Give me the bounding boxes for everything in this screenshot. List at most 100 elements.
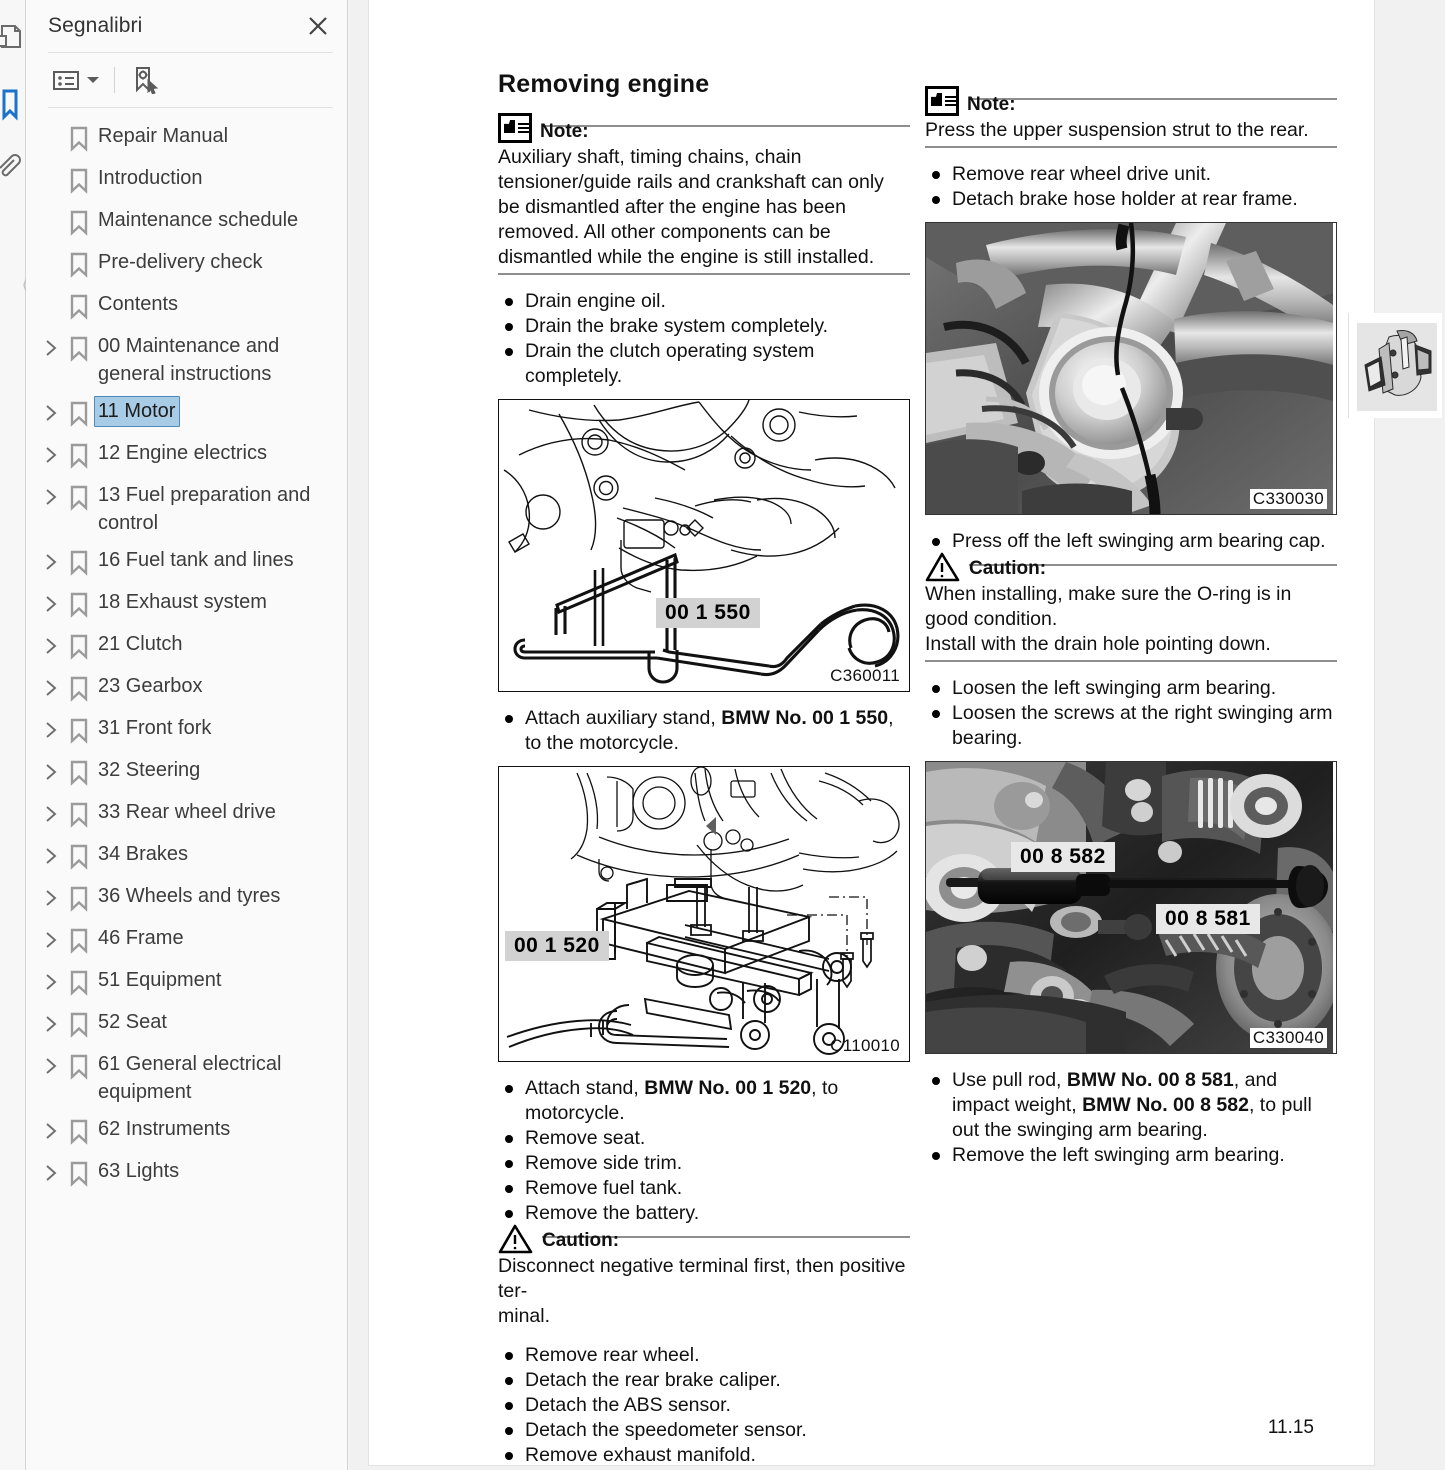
figure-c330030-photo [926, 223, 1333, 514]
bookmark-item[interactable]: Contents [38, 286, 339, 328]
bullet-right-1-item: Detach brake hose holder at rear frame. [925, 187, 1337, 212]
caution-block-right: Caution: When installing, make sure the … [925, 564, 1337, 662]
chevron-right-icon[interactable] [38, 923, 64, 949]
pane-collapse-handle[interactable] [701, 800, 723, 852]
bookmark-icon [64, 121, 94, 152]
bookmark-item[interactable]: 62 Instruments [38, 1111, 339, 1153]
bookmark-item[interactable]: 33 Rear wheel drive [38, 794, 339, 836]
bookmark-item[interactable]: 16 Fuel tank and lines [38, 542, 339, 584]
bookmark-item[interactable]: 31 Front fork [38, 710, 339, 752]
bookmarks-tree: Repair ManualIntroduction Maintenance sch… [26, 108, 347, 1195]
bookmark-item[interactable]: 46 Frame [38, 920, 339, 962]
note-text: Auxiliary shaft, timing chains, chain te… [498, 145, 910, 270]
left-column: Removing engine Note: Auxiliary shaft, t… [498, 70, 910, 1470]
bookmark-item-label: Introduction [94, 163, 208, 194]
chevron-down-icon[interactable] [84, 63, 102, 97]
figure-callout-00-8-582: 00 8 582 [1011, 842, 1115, 872]
note-rule-bottom [498, 273, 910, 275]
chevron-right-icon[interactable] [38, 1049, 64, 1075]
bullet-left-4-item: Detach the speedometer sensor. [498, 1418, 910, 1443]
bookmark-item[interactable]: 12 Engine electrics [38, 435, 339, 477]
caution-right-label: Caution: [969, 559, 1046, 580]
chevron-right-icon[interactable] [38, 713, 64, 739]
attachments-icon[interactable] [0, 148, 26, 182]
bullet-left-4-item: Remove exhaust manifold. [498, 1443, 910, 1468]
close-icon[interactable] [303, 11, 333, 41]
bullet-left-1-item: Drain the brake system completely. [498, 314, 910, 339]
document-viewport: Removing engine Note: Auxiliary shaft, t… [349, 0, 1445, 1470]
bookmark-item[interactable]: 36 Wheels and tyres [38, 878, 339, 920]
figure-c330040: 00 8 582 00 8 581 C330040 [925, 761, 1337, 1054]
figure-c330040-photo [926, 762, 1333, 1053]
bookmark-item-label: 00 Maintenance and general instructions [94, 331, 333, 390]
bookmark-item[interactable]: Repair Manual [38, 118, 339, 160]
bullet-list-right-2: Press off the left swinging arm bearing … [925, 529, 1337, 554]
page-thumbnails-icon[interactable] [0, 22, 26, 56]
bookmark-item[interactable]: 63 Lights [38, 1153, 339, 1195]
chevron-right-icon[interactable] [38, 881, 64, 907]
bookmark-item-label: Pre-delivery check [94, 247, 268, 278]
bookmark-icon [64, 671, 94, 702]
chevron-right-icon[interactable] [38, 438, 64, 464]
bullet-list-left-1: Drain engine oil.Drain the brake system … [498, 289, 910, 389]
new-bookmark-icon[interactable] [127, 63, 163, 97]
chevron-right-icon[interactable] [38, 629, 64, 655]
bookmark-item[interactable]: 13 Fuel preparation and control [38, 477, 339, 542]
bullet-left-4-item: Remove rear wheel. [498, 1343, 910, 1368]
figure-id-c360011: C360011 [830, 666, 900, 686]
bookmark-item[interactable]: 11 Motor [38, 393, 339, 435]
chevron-right-icon[interactable] [38, 755, 64, 781]
list-options-icon[interactable] [48, 63, 84, 97]
bookmark-item-label: 33 Rear wheel drive [94, 797, 281, 828]
bookmark-item[interactable]: 21 Clutch [38, 626, 339, 668]
bookmark-item[interactable]: 18 Exhaust system [38, 584, 339, 626]
bookmark-item[interactable]: 32 Steering [38, 752, 339, 794]
chevron-right-icon[interactable] [38, 331, 64, 357]
bullet-list-right-1: Remove rear wheel drive unit.Detach brak… [925, 162, 1337, 212]
bookmark-item[interactable]: 51 Equipment [38, 962, 339, 1004]
bookmark-icon [64, 331, 94, 362]
chevron-right-icon[interactable] [38, 1007, 64, 1033]
bookmarks-toolbar [26, 53, 347, 107]
chevron-right-icon[interactable] [38, 671, 64, 697]
bookmark-item-label: 34 Brakes [94, 839, 193, 870]
note-block-left: Note: Auxiliary shaft, timing chains, ch… [498, 125, 910, 275]
chevron-right-icon[interactable] [38, 396, 64, 422]
figure-callout-00-1-520: 00 1 520 [505, 931, 609, 961]
page-sheet: Removing engine Note: Auxiliary shaft, t… [369, 0, 1374, 1465]
chevron-right-icon[interactable] [38, 1156, 64, 1182]
bullet-list-left-4: Remove rear wheel.Detach the rear brake … [498, 1343, 910, 1470]
chevron-right-icon[interactable] [38, 797, 64, 823]
bookmark-item-label: Maintenance schedule [94, 205, 303, 236]
bookmark-icon [64, 797, 94, 828]
engine-thumbnail-art [1357, 323, 1437, 411]
chevron-right-icon[interactable] [38, 965, 64, 991]
bookmark-item[interactable]: 34 Brakes [38, 836, 339, 878]
bookmark-item[interactable]: 23 Gearbox [38, 668, 339, 710]
bookmark-item[interactable]: Pre-delivery check [38, 244, 339, 286]
chevron-right-icon[interactable] [38, 480, 64, 506]
thumbnail-panel[interactable] [1348, 313, 1445, 418]
chevron-right-icon[interactable] [38, 839, 64, 865]
bookmark-item[interactable]: 61 General electrical equipment [38, 1046, 339, 1111]
bookmark-item[interactable]: 00 Maintenance and general instructions [38, 328, 339, 393]
bookmark-item[interactable]: Introduction [38, 160, 339, 202]
engine-thumbnail[interactable] [1357, 323, 1437, 411]
bookmark-icon [64, 480, 94, 511]
right-column: Note: Press the upper suspension strut t… [925, 98, 1337, 1178]
bookmark-item[interactable]: 52 Seat [38, 1004, 339, 1046]
bookmarks-panel: Segnalibri [26, 0, 348, 1470]
chevron-right-icon[interactable] [38, 1114, 64, 1140]
bookmark-item-label: 51 Equipment [94, 965, 226, 996]
chevron-right-icon[interactable] [38, 545, 64, 571]
bullet-left-3-item: Remove side trim. [498, 1151, 910, 1176]
caution-text: Disconnect negative terminal first, then… [498, 1254, 910, 1329]
bookmark-item-label: Contents [94, 289, 183, 320]
bookmarks-icon[interactable] [0, 88, 26, 122]
bookmark-icon [64, 755, 94, 786]
note-icon [498, 113, 532, 143]
bookmark-item[interactable]: Maintenance schedule [38, 202, 339, 244]
bullet-right-3-item: Loosen the screws at the right swinging … [925, 701, 1337, 751]
chevron-right-icon[interactable] [38, 587, 64, 613]
figure-callout-00-8-581: 00 8 581 [1156, 904, 1260, 934]
